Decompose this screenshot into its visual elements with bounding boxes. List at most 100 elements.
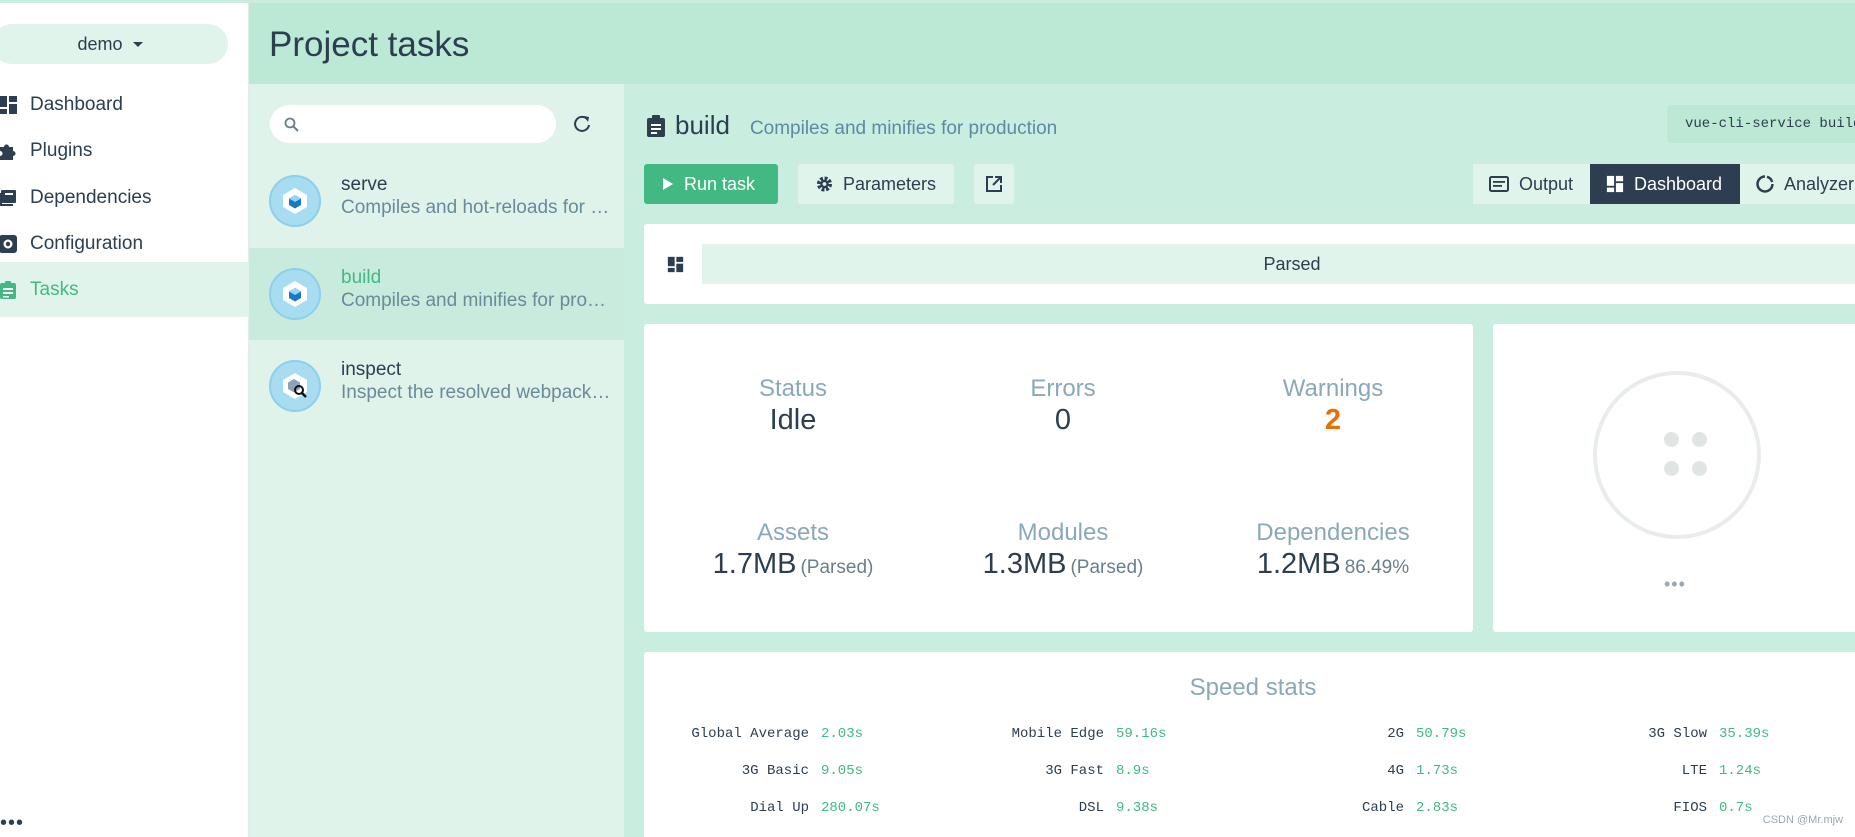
tab-dashboard[interactable]: Dashboard [1590, 164, 1740, 204]
task-item-serve[interactable]: serve Compiles and hot-reloads for devel… [249, 155, 624, 247]
tab-label: Analyzer [1783, 173, 1854, 194]
stat-label: Modules [1017, 519, 1109, 546]
nav-label: Plugins [30, 139, 93, 161]
task-name: inspect [341, 359, 402, 380]
task-name: build [341, 267, 382, 288]
tab-analyzer[interactable]: Analyzer [1740, 164, 1855, 204]
speed-stats-title: Speed stats [1189, 674, 1317, 701]
tab-label: Output [1519, 173, 1574, 194]
search-icon [284, 117, 299, 137]
speed-label: 3G Fast [1045, 763, 1104, 779]
speed-value: 35.39s [1719, 726, 1770, 742]
speed-value: 8.9s [1116, 763, 1150, 779]
task-item-inspect[interactable]: inspect Inspect the resolved webpack con… [249, 340, 624, 432]
stat-errors: Errors 0 [928, 375, 1198, 437]
dashboard-icon [0, 95, 18, 115]
speed-label: Mobile Edge [1011, 726, 1104, 742]
speed-value: 280.07s [821, 800, 880, 816]
speed-label: Cable [1361, 800, 1404, 816]
speed-value: 0.7s [1719, 800, 1753, 816]
refresh-icon[interactable] [572, 114, 592, 134]
task-item-build[interactable]: build Compiles and minifies for producti… [249, 248, 624, 340]
task-description: Inspect the resolved webpack config [341, 382, 611, 403]
nav-label: Tasks [30, 278, 79, 300]
speed-value: 2.83s [1416, 800, 1459, 816]
stat-value: 1.3MB [982, 548, 1067, 580]
dashboard-icon [1606, 175, 1624, 193]
task-detail: build Compiles and minifies for producti… [624, 84, 1855, 837]
project-name: demo [77, 33, 123, 54]
clipboard-icon [0, 280, 18, 300]
webpack-icon [269, 268, 321, 320]
task-name: serve [341, 174, 388, 195]
loading-dot [1692, 461, 1707, 476]
project-selector[interactable]: demo [0, 24, 228, 64]
size-filter-bar: Parsed [644, 224, 1855, 304]
watermark: CSDN @Mr.mjw [1762, 814, 1843, 826]
clipboard-icon [645, 114, 667, 138]
nav-label: Dependencies [30, 186, 152, 208]
task-heading: build Compiles and minifies for producti… [645, 110, 1057, 141]
play-icon [663, 178, 673, 190]
loading-spinner [1593, 371, 1761, 539]
open-external-button[interactable] [974, 164, 1014, 204]
speed-value: 9.38s [1116, 800, 1159, 816]
stat-warnings: Warnings 2 [1198, 375, 1468, 437]
speed-label: 4G [1387, 763, 1404, 779]
speed-label: FIOS [1673, 800, 1707, 816]
speed-label: 3G Slow [1648, 726, 1707, 742]
stat-dependencies: Dependencies 1.2MB 86.49% [1198, 519, 1468, 581]
speed-value: 2.03s [821, 726, 864, 742]
terminal-icon [1489, 176, 1509, 192]
speed-value: 9.05s [821, 763, 864, 779]
tab-output[interactable]: Output [1473, 164, 1590, 204]
loading-dot [1664, 461, 1679, 476]
size-mode-select[interactable]: Parsed [702, 244, 1855, 284]
book-icon [0, 188, 18, 208]
page-title: Project tasks [269, 25, 470, 64]
page-header: Project tasks [249, 3, 1855, 84]
dashboard-icon [667, 256, 684, 278]
gear-icon [816, 176, 833, 192]
stat-value: 1.2MB [1256, 548, 1341, 580]
speed-label: Global Average [691, 726, 809, 742]
search-input[interactable] [310, 113, 540, 135]
more-options-icon[interactable]: ••• [0, 813, 24, 833]
speed-value: 1.73s [1416, 763, 1459, 779]
loading-dot [1664, 432, 1679, 447]
webpack-icon [269, 175, 321, 227]
stat-label: Dependencies [1256, 519, 1410, 546]
speed-value: 59.16s [1116, 726, 1167, 742]
stat-subvalue: (Parsed) [1070, 557, 1144, 578]
task-title: build [675, 110, 730, 140]
left-navigation: demo Dashboard Plugins Dependencies Conf… [0, 3, 249, 837]
inspect-icon [269, 360, 321, 412]
speed-label: Dial Up [750, 800, 809, 816]
stat-status: Status Idle [658, 375, 928, 437]
tab-label: Dashboard [1634, 173, 1723, 194]
stat-subvalue: 86.49% [1344, 557, 1410, 578]
stat-assets: Assets 1.7MB (Parsed) [658, 519, 928, 581]
caret-down-icon [132, 41, 143, 47]
gear-icon [0, 234, 18, 254]
task-command: vue-cli-service build [1667, 105, 1855, 143]
stat-value: 1.7MB [712, 548, 797, 580]
nav-item-tasks[interactable]: Tasks [0, 262, 249, 317]
task-description: Compiles and hot-reloads for development [341, 197, 611, 218]
speed-label: 3G Basic [741, 763, 809, 779]
speed-label: 2G [1387, 726, 1404, 742]
open-in-new-icon [986, 176, 1002, 192]
parameters-button[interactable]: Parameters [798, 164, 954, 204]
stat-value: Idle [769, 404, 817, 436]
stat-subvalue: (Parsed) [800, 557, 874, 578]
nav-label: Configuration [30, 232, 144, 254]
speed-value: 50.79s [1416, 726, 1467, 742]
run-task-button[interactable]: Run task [644, 164, 778, 204]
parameters-label: Parameters [842, 173, 936, 194]
speed-label: DSL [1078, 800, 1104, 816]
search-box [270, 105, 556, 143]
puzzle-icon [0, 141, 18, 161]
task-list-panel: serve Compiles and hot-reloads for devel… [249, 84, 624, 837]
stat-value: 2 [1324, 404, 1342, 436]
more-icon[interactable]: ••• [1664, 574, 1686, 595]
